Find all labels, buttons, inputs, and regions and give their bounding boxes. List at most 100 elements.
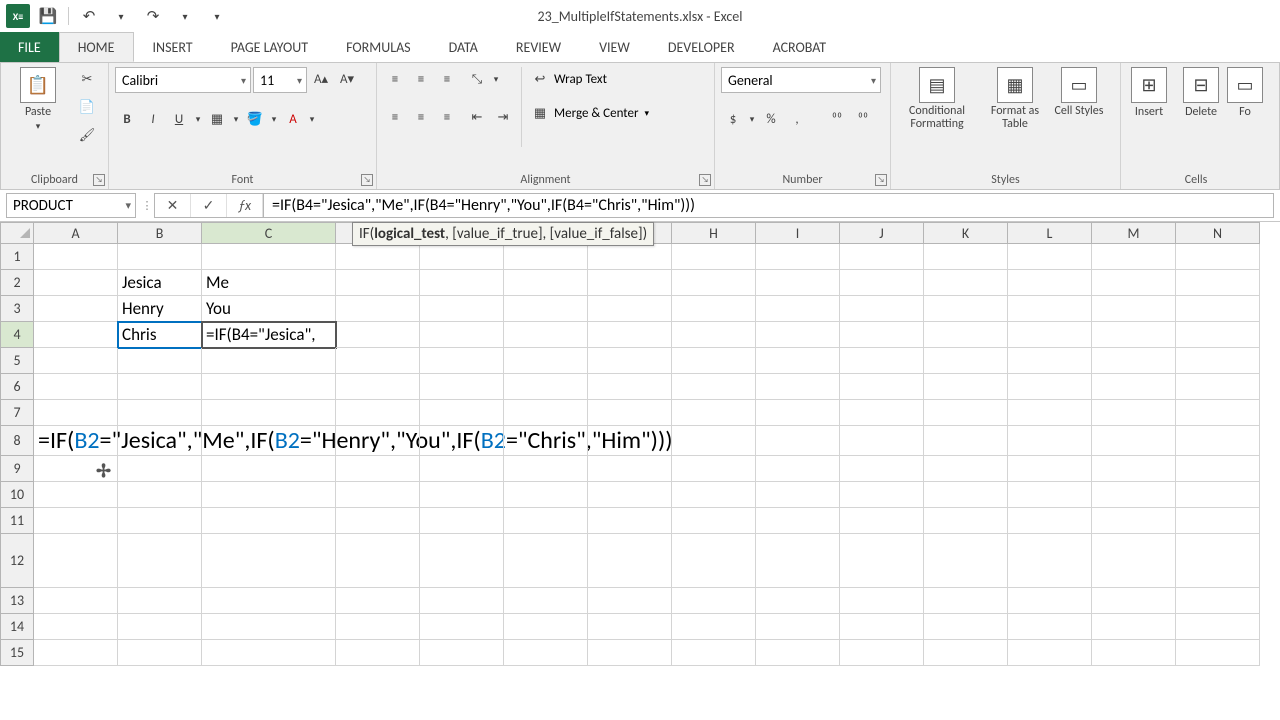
- cell[interactable]: [924, 270, 1008, 296]
- tab-home[interactable]: HOME: [59, 32, 134, 62]
- cell[interactable]: [34, 400, 118, 426]
- wrap-text-button[interactable]: Wrap Text: [554, 72, 607, 87]
- col-header-J[interactable]: J: [840, 222, 924, 244]
- cell[interactable]: [420, 426, 504, 456]
- cell[interactable]: [756, 482, 840, 508]
- cell[interactable]: [420, 322, 504, 348]
- cell[interactable]: [1092, 270, 1176, 296]
- cell[interactable]: [34, 534, 118, 588]
- cell[interactable]: [420, 588, 504, 614]
- undo-icon[interactable]: ↶: [75, 2, 103, 30]
- cell[interactable]: [1008, 482, 1092, 508]
- cell[interactable]: [336, 322, 420, 348]
- cell[interactable]: [924, 614, 1008, 640]
- decrease-decimal-icon[interactable]: ⁰⁰: [851, 107, 875, 131]
- row-header-5[interactable]: 5: [0, 348, 34, 374]
- cell[interactable]: [118, 482, 202, 508]
- merge-button[interactable]: Merge & Center: [554, 106, 639, 121]
- currency-menu-icon[interactable]: ▾: [747, 107, 757, 131]
- cell[interactable]: [588, 588, 672, 614]
- row-header-4[interactable]: 4: [0, 322, 34, 348]
- cell[interactable]: [504, 296, 588, 322]
- fill-menu-icon[interactable]: ▾: [269, 107, 279, 131]
- tab-view[interactable]: VIEW: [580, 32, 649, 62]
- cell[interactable]: [840, 508, 924, 534]
- cell[interactable]: [840, 482, 924, 508]
- cell[interactable]: [1008, 400, 1092, 426]
- cell[interactable]: [924, 322, 1008, 348]
- cell-C2[interactable]: Me: [202, 270, 336, 296]
- cut-icon[interactable]: ✂: [75, 67, 99, 91]
- align-center-icon[interactable]: ≡: [409, 105, 433, 129]
- insert-cells-button[interactable]: ⊞ Insert: [1127, 67, 1171, 119]
- row-header-2[interactable]: 2: [0, 270, 34, 296]
- cell[interactable]: [202, 534, 336, 588]
- font-color-menu-icon[interactable]: ▾: [307, 107, 317, 131]
- cell[interactable]: [588, 456, 672, 482]
- cell[interactable]: [672, 426, 756, 456]
- cell[interactable]: [588, 296, 672, 322]
- dialog-launcher-icon[interactable]: ↘: [361, 174, 373, 186]
- cell[interactable]: [336, 348, 420, 374]
- cell-B3[interactable]: Henry: [118, 296, 202, 322]
- col-header-I[interactable]: I: [756, 222, 840, 244]
- align-bottom-icon[interactable]: ≡: [435, 67, 459, 91]
- cell[interactable]: [756, 426, 840, 456]
- cell[interactable]: [1092, 456, 1176, 482]
- cell[interactable]: [1176, 348, 1260, 374]
- row-header-6[interactable]: 6: [0, 374, 34, 400]
- cell[interactable]: [202, 482, 336, 508]
- currency-button[interactable]: $: [721, 107, 745, 131]
- formula-bar-input[interactable]: =IF(B4="Jesica","Me",IF(B4="Henry","You"…: [263, 193, 1274, 218]
- cell[interactable]: [1008, 640, 1092, 666]
- cell[interactable]: [1008, 374, 1092, 400]
- insert-function-button[interactable]: ƒx: [227, 194, 263, 217]
- save-icon[interactable]: 💾: [34, 2, 62, 30]
- cell[interactable]: [924, 508, 1008, 534]
- cell[interactable]: [1008, 614, 1092, 640]
- qat-customize-icon[interactable]: ▾: [203, 2, 231, 30]
- font-color-button[interactable]: A: [281, 107, 305, 131]
- percent-button[interactable]: %: [759, 107, 783, 131]
- cell[interactable]: [588, 508, 672, 534]
- cell[interactable]: [1092, 508, 1176, 534]
- cell[interactable]: [1092, 534, 1176, 588]
- undo-dropdown-icon[interactable]: ▾: [107, 2, 135, 30]
- cell[interactable]: [924, 534, 1008, 588]
- dialog-launcher-icon[interactable]: ↘: [699, 174, 711, 186]
- align-top-icon[interactable]: ≡: [383, 67, 407, 91]
- tab-page-layout[interactable]: PAGE LAYOUT: [212, 32, 327, 62]
- format-painter-icon[interactable]: 🖌: [75, 123, 99, 147]
- align-right-icon[interactable]: ≡: [435, 105, 459, 129]
- cell[interactable]: [420, 374, 504, 400]
- cell[interactable]: [420, 296, 504, 322]
- spreadsheet-grid[interactable]: A B C D E F G H I J K L M N 1 2 3 4 5 6 …: [0, 222, 1280, 244]
- cell[interactable]: [420, 348, 504, 374]
- underline-menu-icon[interactable]: ▾: [193, 107, 203, 131]
- cell[interactable]: [924, 588, 1008, 614]
- cell[interactable]: [1176, 296, 1260, 322]
- cell[interactable]: [1092, 244, 1176, 270]
- cell[interactable]: [420, 400, 504, 426]
- cell[interactable]: [504, 244, 588, 270]
- cell-B2[interactable]: Jesica: [118, 270, 202, 296]
- cell[interactable]: [202, 640, 336, 666]
- cell[interactable]: [588, 270, 672, 296]
- fill-color-button[interactable]: 🪣: [243, 107, 267, 131]
- cell[interactable]: [336, 400, 420, 426]
- cell[interactable]: [840, 270, 924, 296]
- format-cells-button[interactable]: ▭ Fo: [1231, 67, 1259, 119]
- cell[interactable]: [34, 588, 118, 614]
- cell[interactable]: [34, 270, 118, 296]
- cell[interactable]: [420, 244, 504, 270]
- cell[interactable]: [336, 270, 420, 296]
- cell[interactable]: [924, 456, 1008, 482]
- cell[interactable]: [588, 374, 672, 400]
- cell-C4-editing[interactable]: =IF(B4="Jesica",: [202, 322, 336, 348]
- row-header-1[interactable]: 1: [0, 244, 34, 270]
- cell[interactable]: [1092, 426, 1176, 456]
- col-header-A[interactable]: A: [34, 222, 118, 244]
- italic-button[interactable]: I: [141, 107, 165, 131]
- cell[interactable]: [34, 508, 118, 534]
- cell[interactable]: [1176, 456, 1260, 482]
